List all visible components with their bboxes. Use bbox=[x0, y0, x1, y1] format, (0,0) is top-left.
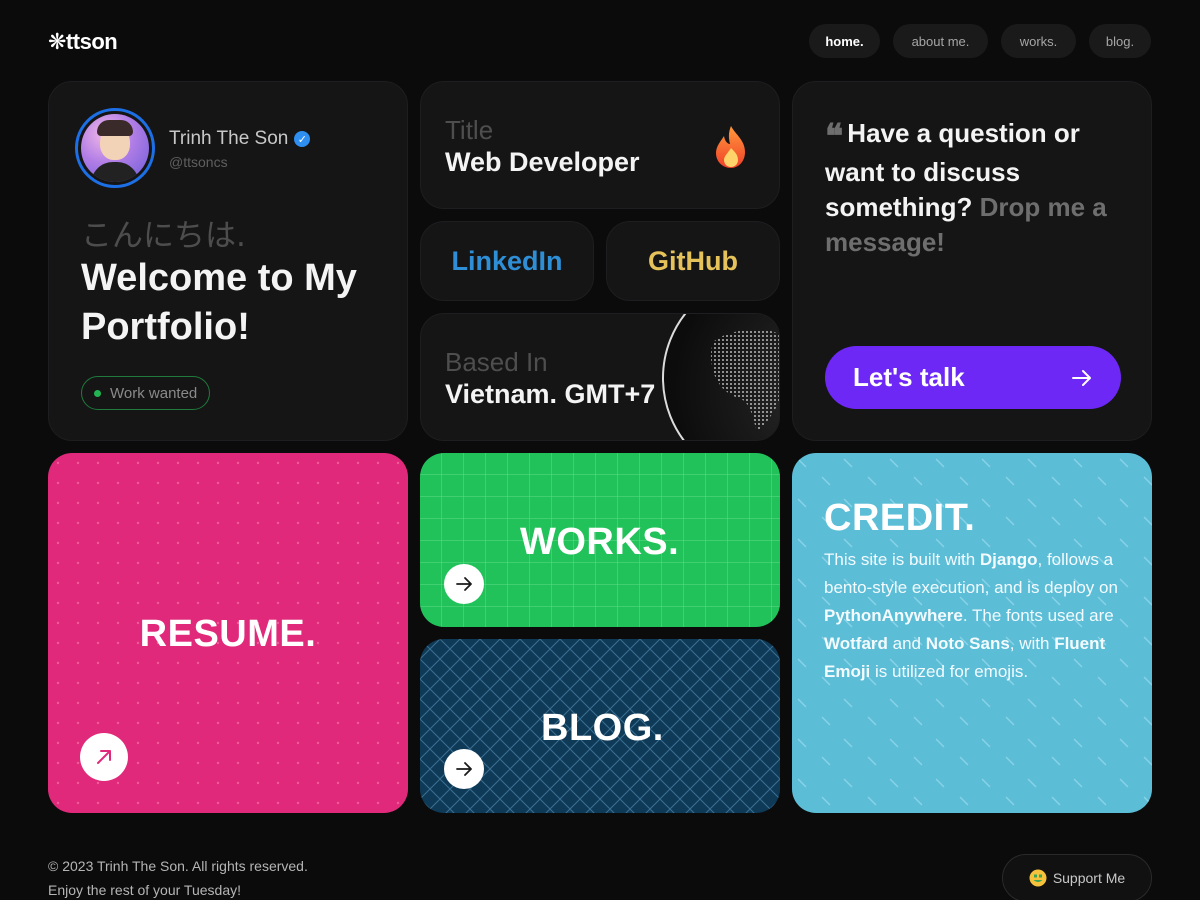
status-badge: Work wanted bbox=[81, 376, 211, 410]
resume-tile[interactable]: RESUME. bbox=[48, 453, 408, 813]
profile-name: Trinh The Son bbox=[169, 128, 289, 149]
nav-works-label: works. bbox=[1019, 33, 1058, 49]
footer-copyright: © 2023 Trinh The Son. All rights reserve… bbox=[48, 858, 308, 874]
title-card: Title Web Developer bbox=[420, 81, 780, 209]
arrow-right-icon bbox=[1072, 369, 1091, 386]
blog-tile[interactable]: BLOG. bbox=[420, 639, 780, 813]
linkedin-label: LinkedIn bbox=[451, 245, 563, 276]
money-mouth-face-icon bbox=[1029, 869, 1047, 887]
location-label: Based In bbox=[445, 347, 548, 377]
credit-wotfard: Wotfard bbox=[824, 634, 888, 653]
resume-title: RESUME. bbox=[139, 613, 317, 655]
contact-card: ❝ Have a question or want to discuss some… bbox=[792, 81, 1152, 441]
credit-django: Django bbox=[979, 550, 1038, 569]
status-dot-icon bbox=[94, 390, 101, 397]
arrow-up-right-icon bbox=[97, 750, 111, 764]
status-label: Work wanted bbox=[110, 384, 198, 402]
profile-handle: @ttsoncs bbox=[169, 154, 228, 170]
nav-works[interactable]: works. bbox=[1001, 24, 1076, 58]
avatar bbox=[75, 108, 155, 188]
credit-text: This site is built with Django, follows … bbox=[824, 550, 1118, 681]
profile-card: Trinh The Son ✓ @ttsoncs こんにちは. Welcome … bbox=[48, 81, 408, 441]
support-me-label: Support Me bbox=[1052, 870, 1126, 886]
credit-title: CREDIT. bbox=[824, 497, 976, 539]
site-logo[interactable]: ❋ttson bbox=[48, 29, 118, 55]
title-label: Title bbox=[445, 115, 494, 145]
nav-blog-label: blog. bbox=[1105, 33, 1135, 49]
welcome-heading: Welcome to My Portfolio! bbox=[81, 257, 357, 348]
resume-open-button[interactable] bbox=[80, 733, 128, 781]
lets-talk-button[interactable]: Let's talk bbox=[825, 346, 1121, 409]
credit-pythonanywhere: PythonAnywhere bbox=[824, 606, 963, 625]
fire-icon bbox=[716, 126, 745, 168]
nav-blog[interactable]: blog. bbox=[1089, 24, 1151, 58]
globe-icon bbox=[662, 314, 779, 440]
blog-title: BLOG. bbox=[541, 707, 664, 749]
linkedin-link[interactable]: LinkedIn bbox=[420, 221, 594, 301]
nav-about[interactable]: about me. bbox=[893, 24, 988, 58]
title-value: Web Developer bbox=[445, 147, 640, 177]
arrow-right-icon bbox=[456, 577, 472, 591]
blog-open-button[interactable] bbox=[444, 749, 484, 789]
github-link[interactable]: GitHub bbox=[606, 221, 780, 301]
works-open-button[interactable] bbox=[444, 564, 484, 604]
profile-name-row: Trinh The Son ✓ bbox=[169, 128, 311, 150]
nav-home-label: home. bbox=[825, 33, 864, 49]
nav-home[interactable]: home. bbox=[809, 24, 880, 58]
japanese-greeting: こんにちは. bbox=[81, 218, 246, 254]
location-value: Vietnam. GMT+7 bbox=[445, 379, 656, 409]
works-tile[interactable]: WORKS. bbox=[420, 453, 780, 627]
support-me-button[interactable]: Support Me bbox=[1002, 854, 1152, 900]
footer-greeting: Enjoy the rest of your Tuesday! bbox=[48, 882, 241, 898]
contact-message: ❝ Have a question or want to discuss some… bbox=[825, 116, 1125, 260]
credit-card: CREDIT. This site is built with Django, … bbox=[792, 453, 1152, 813]
location-card: Based In Vietnam. GMT+7 bbox=[420, 313, 780, 441]
verified-check-icon: ✓ bbox=[294, 131, 311, 147]
credit-noto-sans: Noto Sans bbox=[925, 634, 1010, 653]
nav-about-label: about me. bbox=[911, 33, 970, 49]
works-title: WORKS. bbox=[520, 521, 680, 563]
github-label: GitHub bbox=[648, 245, 738, 276]
quote-icon: ❝ bbox=[825, 117, 844, 157]
arrow-right-icon bbox=[456, 762, 472, 776]
lets-talk-label: Let's talk bbox=[853, 362, 965, 392]
